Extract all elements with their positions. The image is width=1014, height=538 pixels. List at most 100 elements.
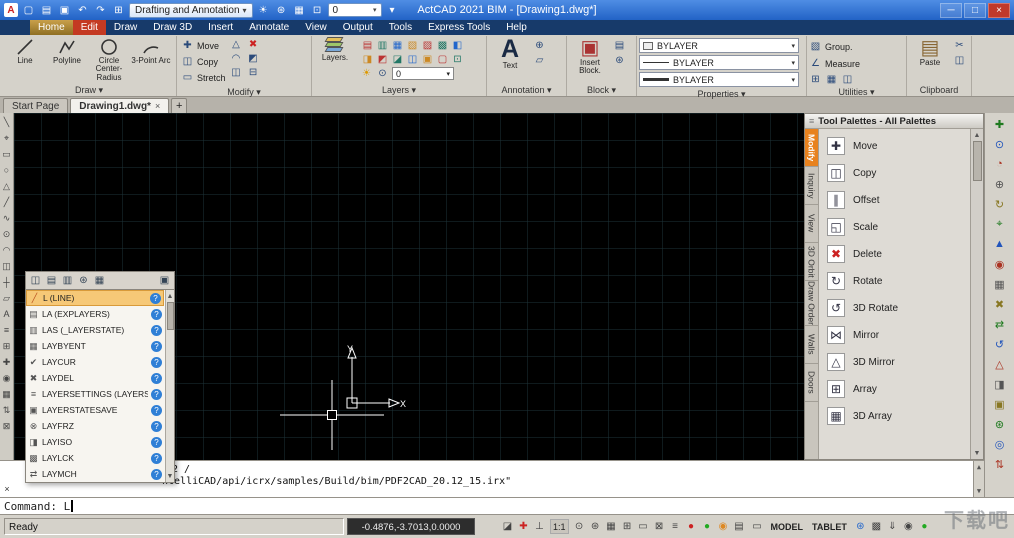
suggestion-laybyent[interactable]: ▦ LAYBYENT? (26, 338, 164, 354)
array-icon[interactable]: ⊞ (620, 519, 635, 534)
tab-tools[interactable]: Tools (381, 20, 420, 35)
help-icon[interactable]: ? (151, 356, 162, 368)
layer-tool-icon[interactable]: ⊡ (450, 52, 465, 66)
text-tool-button[interactable]: A Text (489, 37, 531, 84)
tab-drawing1[interactable]: Drawing1.dwg* × (70, 98, 170, 113)
scroll-up-icon[interactable]: ▲ (167, 290, 174, 302)
left-toolbar-icon[interactable]: ⇅ (1, 403, 13, 417)
help-icon[interactable]: ? (151, 372, 162, 384)
panel-label-layers[interactable]: Layers ▾ (314, 84, 484, 96)
palette-tab-inquiry[interactable]: Inquiry (805, 167, 818, 205)
calculator-icon[interactable]: ⊞ (809, 73, 822, 86)
left-toolbar-icon[interactable]: ╲ (1, 115, 13, 129)
right-toolbar-icon[interactable]: ▦ (994, 276, 1004, 292)
dimension-icon[interactable]: ⊕ (533, 39, 546, 52)
tab-annotate[interactable]: Annotate (241, 20, 297, 35)
popup-toolbar-icon[interactable]: ▣ (158, 274, 171, 287)
circle-tool-button[interactable]: Circle Center-Radius (88, 37, 130, 84)
gear-icon[interactable]: ⊛ (853, 519, 868, 534)
undo-icon[interactable]: ↶ (75, 3, 90, 18)
lineweight-dropdown[interactable]: BYLAYER ▾ (639, 72, 799, 87)
palette-tab-walls[interactable]: Walls (805, 326, 818, 364)
palette-item-delete[interactable]: ✖ Delete (821, 241, 968, 267)
palette-item-3d-array[interactable]: ▦ 3D Array (821, 403, 968, 429)
quick-select-icon[interactable]: ▦ (825, 73, 838, 86)
palette-item-3d-mirror[interactable]: △ 3D Mirror (821, 349, 968, 375)
popup-toolbar-icon[interactable]: ◫ (29, 274, 42, 287)
layer-freeze-icon[interactable]: ⊙ (376, 67, 389, 80)
layer-tool-icon[interactable]: ◪ (390, 52, 405, 66)
gear-icon[interactable]: ⊛ (588, 519, 603, 534)
right-toolbar-icon[interactable]: ✖ (995, 296, 1004, 312)
move-tool-button[interactable]: ✚ Move (181, 38, 226, 53)
panel-label-block[interactable]: Block ▾ (569, 84, 634, 96)
right-toolbar-icon[interactable]: ◎ (995, 436, 1005, 452)
ortho-icon[interactable]: ⊥ (532, 519, 547, 534)
layer-tool-icon[interactable]: ▥ (375, 38, 390, 52)
green-dot-icon[interactable]: ● (700, 519, 715, 534)
measure-button[interactable]: ∠ Measure (809, 56, 904, 71)
left-toolbar-icon[interactable]: ⊙ (1, 227, 13, 241)
tab-insert[interactable]: Insert (200, 20, 241, 35)
left-toolbar-icon[interactable]: ╱ (1, 195, 13, 209)
popup-toolbar-icon[interactable]: ▥ (61, 274, 74, 287)
history-scrollbar[interactable]: ▲ ▼ (973, 461, 984, 497)
tab-start-page[interactable]: Start Page (3, 98, 69, 113)
help-icon[interactable]: ? (151, 468, 162, 480)
save-icon[interactable]: ▣ (57, 3, 72, 18)
lock-icon[interactable]: ▩ (869, 519, 884, 534)
suggestion-layerstate[interactable]: ▥ LAS (_LAYERSTATE)? (26, 322, 164, 338)
scroll-up-icon[interactable]: ▲ (974, 129, 981, 141)
redo-icon[interactable]: ↷ (93, 3, 108, 18)
annotation-scale-button[interactable]: 1:1 (550, 519, 569, 534)
tab-express-tools[interactable]: Express Tools (420, 20, 498, 35)
trim-icon[interactable]: ⊟ (247, 66, 260, 79)
right-toolbar-icon[interactable]: ⊛ (995, 416, 1004, 432)
tab-edit[interactable]: Edit (72, 20, 106, 35)
palette-item-rotate[interactable]: ↻ Rotate (821, 268, 968, 294)
print-icon[interactable]: ⊞ (111, 3, 126, 18)
snap-toggle-icon[interactable]: ⊙ (572, 519, 587, 534)
help-icon[interactable]: ? (151, 404, 162, 416)
right-toolbar-icon[interactable]: ✚ (995, 116, 1004, 132)
layer-tool-icon[interactable]: ▧ (405, 38, 420, 52)
download-icon[interactable]: ⇓ (885, 519, 900, 534)
layer-tool-icon[interactable]: ▤ (360, 38, 375, 52)
tab-view[interactable]: View (297, 20, 335, 35)
help-icon[interactable]: ? (151, 340, 162, 352)
panel-label-clipboard[interactable]: Clipboard (909, 84, 969, 96)
suggestion-layersettings[interactable]: ≡ LAYERSETTINGS (LAYERSTATE)? (26, 386, 164, 402)
left-toolbar-icon[interactable]: ◉ (1, 371, 13, 385)
popup-toolbar-icon[interactable]: ⊛ (77, 274, 90, 287)
left-toolbar-icon[interactable]: ▱ (1, 291, 13, 305)
clean-screen-icon[interactable]: ◉ (901, 519, 916, 534)
suggestion-line[interactable]: ╱ L (LINE)? (26, 290, 164, 306)
tab-draw[interactable]: Draw (106, 20, 145, 35)
layer-tool-icon[interactable]: ▩ (435, 38, 450, 52)
toolbar-overflow-icon[interactable]: ▾ (385, 3, 400, 18)
offset-icon[interactable]: ◫ (230, 66, 243, 79)
close-button[interactable]: × (988, 2, 1010, 18)
right-toolbar-icon[interactable]: ◔ (996, 156, 1003, 172)
sun-icon[interactable]: ☀ (256, 3, 271, 18)
group-button[interactable]: ▧ Group. (809, 39, 904, 54)
close-tab-icon[interactable]: × (155, 101, 160, 111)
layer-tool-icon[interactable]: ◨ (360, 52, 375, 66)
mirror-icon[interactable]: △ (230, 38, 243, 51)
right-toolbar-icon[interactable]: ↺ (995, 336, 1004, 352)
point-style-icon[interactable]: ◫ (841, 73, 854, 86)
left-toolbar-icon[interactable]: ▦ (1, 387, 13, 401)
layer-tool-icon[interactable]: ▢ (435, 52, 450, 66)
left-toolbar-icon[interactable]: ▭ (1, 147, 13, 161)
left-toolbar-icon[interactable]: ⊠ (1, 419, 13, 433)
palette-tab-draw-order[interactable]: Draw Order (805, 281, 818, 326)
popup-toolbar-icon[interactable]: ▦ (93, 274, 106, 287)
suggestion-layfrz[interactable]: ⊗ LAYFRZ? (26, 418, 164, 434)
help-icon[interactable]: ? (151, 452, 162, 464)
stretch-tool-button[interactable]: ▭ Stretch (181, 70, 226, 85)
layer-on-icon[interactable]: ☀ (360, 67, 373, 80)
suggestion-explayers[interactable]: ▤ LA (EXPLAYERS)? (26, 306, 164, 322)
grid-toggle-icon[interactable]: ▦ (604, 519, 619, 534)
left-toolbar-icon[interactable]: ◫ (1, 259, 13, 273)
palette-scrollbar[interactable]: ▲ ▼ (970, 129, 983, 459)
